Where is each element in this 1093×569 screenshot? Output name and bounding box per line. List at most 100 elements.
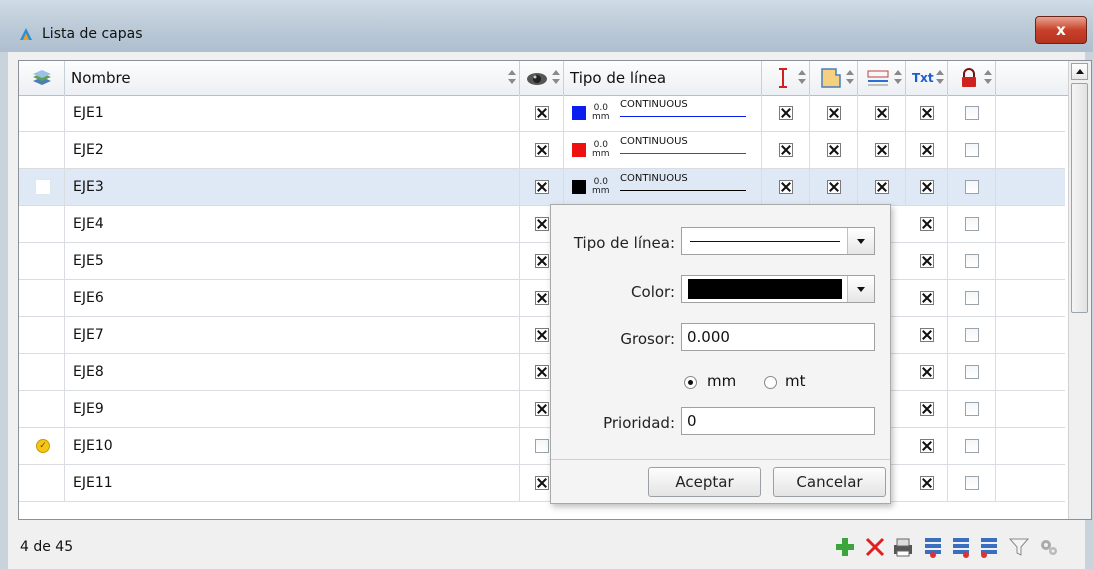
text-checkbox[interactable] xyxy=(920,143,934,157)
linetype-cell[interactable]: 0.0 mm CONTINUOUS xyxy=(564,95,762,131)
text-cell[interactable] xyxy=(906,169,948,205)
dimension-cell[interactable] xyxy=(858,132,906,168)
chevron-down-icon[interactable] xyxy=(847,276,874,302)
text-cell[interactable] xyxy=(906,243,948,279)
layers-export-icon[interactable] xyxy=(950,536,972,558)
lock-checkbox[interactable] xyxy=(965,217,979,231)
text-checkbox[interactable] xyxy=(920,328,934,342)
text-checkbox[interactable] xyxy=(920,106,934,120)
chevron-down-icon[interactable] xyxy=(847,228,874,254)
text-cell[interactable] xyxy=(906,95,948,131)
text-checkbox[interactable] xyxy=(920,402,934,416)
row-status-cell[interactable] xyxy=(19,169,65,205)
text-cell[interactable] xyxy=(906,206,948,242)
linetype-cell[interactable]: 0.0 mm CONTINUOUS xyxy=(564,132,762,168)
height-checkbox[interactable] xyxy=(779,180,793,194)
linetype-cell[interactable]: 0.0 mm CONTINUOUS xyxy=(564,169,762,205)
text-cell[interactable] xyxy=(906,465,948,501)
close-button[interactable]: x xyxy=(1035,16,1087,44)
header-visible[interactable] xyxy=(520,61,564,95)
lock-checkbox[interactable] xyxy=(965,291,979,305)
text-cell[interactable] xyxy=(906,428,948,464)
layer-name-cell[interactable]: EJE4 xyxy=(65,206,520,242)
text-cell[interactable] xyxy=(906,132,948,168)
table-row[interactable]: EJE3 0.0 mm CONTINUOUS xyxy=(19,169,1065,206)
row-status-cell[interactable] xyxy=(19,280,65,316)
header-fill[interactable] xyxy=(810,61,858,95)
lock-cell[interactable] xyxy=(948,95,996,131)
row-status-cell[interactable] xyxy=(19,132,65,168)
text-checkbox[interactable] xyxy=(920,217,934,231)
layer-name-cell[interactable]: EJE11 xyxy=(65,465,520,501)
table-row[interactable]: EJE9 xyxy=(19,391,1065,428)
header-height[interactable] xyxy=(762,61,810,95)
text-checkbox[interactable] xyxy=(920,180,934,194)
accept-button[interactable]: Aceptar xyxy=(648,467,761,497)
visible-checkbox[interactable] xyxy=(535,328,549,342)
header-lock[interactable] xyxy=(948,61,996,95)
fill-checkbox[interactable] xyxy=(827,106,841,120)
visible-checkbox[interactable] xyxy=(535,143,549,157)
visible-checkbox[interactable] xyxy=(535,254,549,268)
color-combo[interactable] xyxy=(681,275,875,303)
header-status[interactable] xyxy=(19,61,65,95)
scroll-thumb[interactable] xyxy=(1071,83,1088,313)
text-checkbox[interactable] xyxy=(920,439,934,453)
fill-checkbox[interactable] xyxy=(827,143,841,157)
text-checkbox[interactable] xyxy=(920,365,934,379)
lock-cell[interactable] xyxy=(948,243,996,279)
lock-checkbox[interactable] xyxy=(965,402,979,416)
visible-cell[interactable] xyxy=(520,95,564,131)
visible-checkbox[interactable] xyxy=(535,365,549,379)
text-checkbox[interactable] xyxy=(920,476,934,490)
text-cell[interactable] xyxy=(906,391,948,427)
layer-name-cell[interactable]: EJE3 xyxy=(65,169,520,205)
visible-checkbox[interactable] xyxy=(535,291,549,305)
visible-checkbox[interactable] xyxy=(535,106,549,120)
priority-input[interactable]: 0 xyxy=(681,407,875,435)
row-status-cell[interactable] xyxy=(19,354,65,390)
text-cell[interactable] xyxy=(906,317,948,353)
layer-name-cell[interactable]: EJE9 xyxy=(65,391,520,427)
header-text[interactable]: Txt xyxy=(906,61,948,95)
table-row[interactable]: EJE6 xyxy=(19,280,1065,317)
lock-checkbox[interactable] xyxy=(965,254,979,268)
lock-cell[interactable] xyxy=(948,354,996,390)
lock-checkbox[interactable] xyxy=(965,365,979,379)
row-status-cell[interactable]: ✓ xyxy=(19,428,65,464)
table-row[interactable]: EJE2 0.0 mm CONTINUOUS xyxy=(19,132,1065,169)
fill-cell[interactable] xyxy=(810,169,858,205)
layer-name-cell[interactable]: EJE7 xyxy=(65,317,520,353)
dimension-checkbox[interactable] xyxy=(875,106,889,120)
table-row[interactable]: EJE8 xyxy=(19,354,1065,391)
cancel-button[interactable]: Cancelar xyxy=(773,467,886,497)
lock-cell[interactable] xyxy=(948,169,996,205)
lock-cell[interactable] xyxy=(948,317,996,353)
visible-checkbox[interactable] xyxy=(535,402,549,416)
dimension-checkbox[interactable] xyxy=(875,180,889,194)
fill-cell[interactable] xyxy=(810,132,858,168)
table-row[interactable]: EJE5 xyxy=(19,243,1065,280)
lock-checkbox[interactable] xyxy=(965,143,979,157)
table-row[interactable]: EJE7 xyxy=(19,317,1065,354)
lock-cell[interactable] xyxy=(948,132,996,168)
text-cell[interactable] xyxy=(906,280,948,316)
row-status-cell[interactable] xyxy=(19,391,65,427)
height-cell[interactable] xyxy=(762,169,810,205)
table-row[interactable]: EJE4 xyxy=(19,206,1065,243)
layer-name-cell[interactable]: EJE5 xyxy=(65,243,520,279)
row-status-cell[interactable] xyxy=(19,206,65,242)
header-name[interactable]: Nombre xyxy=(65,61,520,95)
fill-cell[interactable] xyxy=(810,95,858,131)
table-row[interactable]: ✓ EJE10 xyxy=(19,428,1065,465)
dimension-cell[interactable] xyxy=(858,95,906,131)
layer-name-cell[interactable]: EJE10 xyxy=(65,428,520,464)
layer-name-cell[interactable]: EJE6 xyxy=(65,280,520,316)
layers-merge-icon[interactable] xyxy=(978,536,1000,558)
visible-cell[interactable] xyxy=(520,132,564,168)
height-cell[interactable] xyxy=(762,132,810,168)
layer-name-cell[interactable]: EJE8 xyxy=(65,354,520,390)
linetype-combo[interactable] xyxy=(681,227,875,255)
lock-checkbox[interactable] xyxy=(965,476,979,490)
unit-mt-radio[interactable] xyxy=(764,376,777,389)
